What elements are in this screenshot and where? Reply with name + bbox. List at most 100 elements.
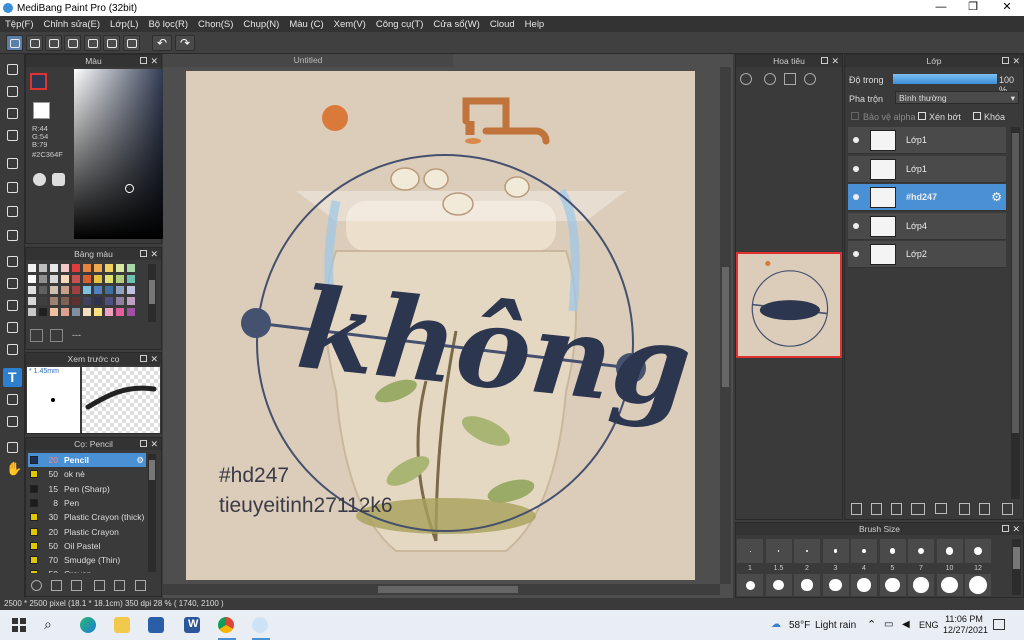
undock-icon[interactable]: [140, 440, 147, 447]
move-tool-icon[interactable]: [3, 154, 22, 173]
new-halftone-layer-icon[interactable]: [871, 503, 882, 515]
visibility-icon[interactable]: [853, 194, 859, 200]
palette-swatch[interactable]: [105, 264, 113, 272]
primary-color-swatch[interactable]: [30, 73, 47, 90]
color-history-icon[interactable]: [52, 173, 65, 186]
duplicate-layer-icon[interactable]: [959, 503, 970, 515]
fit-icon[interactable]: [784, 73, 796, 85]
maximize-button[interactable]: ❐: [958, 0, 988, 16]
copy-brush-icon[interactable]: [94, 580, 105, 591]
palette-swatch[interactable]: [94, 297, 102, 305]
palette-swatch[interactable]: [83, 297, 91, 305]
close-panel-icon[interactable]: ✕: [150, 55, 158, 67]
pen-tool-icon[interactable]: [3, 126, 22, 145]
brush-size-large-cell[interactable]: [765, 574, 792, 596]
menu-edit[interactable]: Chỉnh sửa(E): [39, 19, 106, 30]
brush-item[interactable]: 20 Plastic Crayon: [28, 525, 146, 539]
brush-size-cell[interactable]: 1: [737, 539, 763, 572]
add-brush-icon[interactable]: [31, 580, 42, 591]
windows-start-icon[interactable]: [12, 618, 26, 632]
visibility-icon[interactable]: [853, 222, 859, 229]
palette-swatch[interactable]: [72, 286, 80, 294]
clock[interactable]: 11:06 PM 12/27/2021: [943, 614, 988, 636]
brush-size-cell[interactable]: 2: [794, 539, 820, 572]
store-icon[interactable]: [148, 617, 164, 633]
palette-swatch[interactable]: [28, 264, 36, 272]
export-icon[interactable]: [26, 35, 43, 51]
brush-size-large-cell[interactable]: [794, 574, 820, 596]
palette-swatch[interactable]: [105, 297, 113, 305]
palette-swatch[interactable]: [39, 286, 47, 294]
alpha-protect-checkbox[interactable]: [851, 112, 859, 120]
palette-swatch[interactable]: [61, 264, 69, 272]
add-palette-icon[interactable]: [30, 329, 43, 342]
select-pen-tool-icon[interactable]: [3, 318, 22, 337]
palette-swatch[interactable]: [105, 275, 113, 283]
palette-swatch[interactable]: [116, 275, 124, 283]
network-icon[interactable]: ▭: [884, 619, 893, 630]
document-tab[interactable]: Untitled: [163, 54, 453, 67]
palette-swatch[interactable]: [72, 308, 80, 316]
menu-color[interactable]: Màu (C): [284, 19, 328, 30]
palette-swatch[interactable]: [61, 275, 69, 283]
word-icon[interactable]: W: [184, 617, 200, 633]
brush-size-scrollbar[interactable]: [1012, 539, 1021, 595]
brush-item[interactable]: 8 Pen: [28, 496, 146, 510]
close-panel-icon[interactable]: ✕: [150, 438, 158, 450]
navigator-thumbnail[interactable]: [736, 252, 842, 358]
redo-button[interactable]: ↷: [175, 35, 195, 51]
palette-swatch[interactable]: [94, 275, 102, 283]
palette-swatch[interactable]: [127, 275, 135, 283]
select-tool-icon[interactable]: [3, 252, 22, 271]
palette-swatch[interactable]: [28, 297, 36, 305]
palette-swatch[interactable]: [127, 308, 135, 316]
palette-swatch[interactable]: [61, 308, 69, 316]
palette-swatch[interactable]: [127, 297, 135, 305]
visibility-icon[interactable]: [853, 165, 859, 172]
palette-swatch[interactable]: [39, 264, 47, 272]
menu-file[interactable]: Tệp(F): [0, 19, 39, 30]
palette-swatch[interactable]: [83, 264, 91, 272]
palette-swatch[interactable]: [116, 286, 124, 294]
select-eraser-tool-icon[interactable]: [3, 340, 22, 359]
undock-icon[interactable]: [140, 57, 147, 64]
brush-size-cell[interactable]: 3: [822, 539, 849, 572]
visibility-icon[interactable]: [853, 251, 859, 257]
medibang-taskbar-icon[interactable]: [252, 617, 268, 633]
undock-icon[interactable]: [1002, 525, 1009, 532]
panel-icon[interactable]: [123, 35, 140, 51]
palette-swatch[interactable]: [105, 308, 113, 316]
text-tool-icon[interactable]: T: [3, 368, 22, 387]
brush-size-large-cell[interactable]: [965, 574, 991, 596]
menu-cloud[interactable]: Cloud: [485, 19, 520, 30]
menu-snap[interactable]: Chụp(N): [238, 19, 284, 30]
bucket-tool-icon[interactable]: [3, 202, 22, 221]
brush-item[interactable]: 50 Oil Pastel: [28, 539, 146, 553]
palette-scrollbar[interactable]: [148, 264, 156, 322]
close-button[interactable]: ✕: [992, 0, 1022, 16]
menu-window[interactable]: Cửa sổ(W): [428, 19, 484, 30]
palette-swatch[interactable]: [50, 275, 58, 283]
undo-button[interactable]: ↶: [152, 35, 172, 51]
palette-swatch[interactable]: [116, 308, 124, 316]
gear-icon[interactable]: ⚙: [136, 453, 144, 467]
brush-item[interactable]: 20 Pencil ⚙: [28, 453, 146, 467]
palette-swatch[interactable]: [127, 286, 135, 294]
grid-icon[interactable]: [103, 35, 120, 51]
add-layer-menu-icon[interactable]: [911, 503, 925, 515]
language-indicator[interactable]: ENG: [919, 620, 939, 630]
brush-item[interactable]: 30 Plastic Crayon (thick): [28, 510, 146, 524]
chevron-up-icon[interactable]: ⌃: [867, 618, 876, 631]
menu-view[interactable]: Xem(V): [329, 19, 371, 30]
brush-size-cell[interactable]: 10: [936, 539, 963, 572]
zoom-in-icon[interactable]: [740, 73, 752, 85]
palette-icon[interactable]: [33, 173, 46, 186]
magic-wand-tool-icon[interactable]: [3, 296, 22, 315]
layer-row[interactable]: Lớp1: [848, 127, 1006, 154]
menu-select[interactable]: Chọn(S): [193, 19, 238, 30]
close-panel-icon[interactable]: ✕: [150, 248, 158, 260]
brush-tool-icon[interactable]: [3, 60, 22, 79]
undock-icon[interactable]: [1002, 57, 1009, 64]
hand-tool-icon[interactable]: ✋: [3, 460, 22, 479]
search-icon[interactable]: ⌕: [44, 616, 52, 633]
